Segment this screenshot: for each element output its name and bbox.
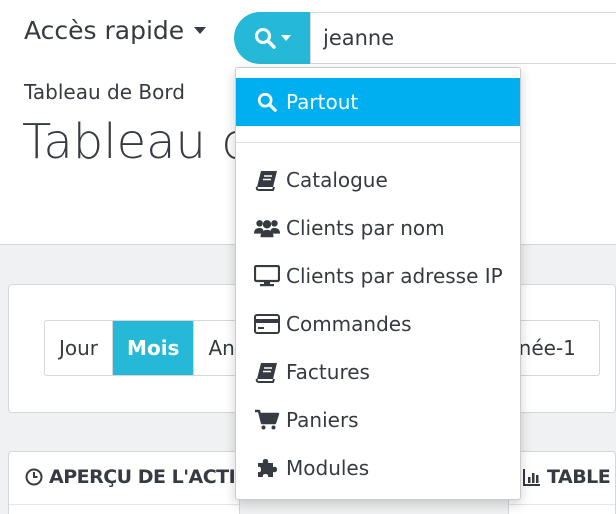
period-button-day[interactable]: Jour (45, 321, 114, 375)
activity-overview-panel: APERÇU DE L'ACTIVI (8, 451, 256, 514)
dropdown-item-label: Modules (286, 456, 370, 480)
desktop-icon (254, 263, 280, 289)
chevron-down-icon (194, 27, 207, 34)
bar-chart-icon (523, 469, 540, 486)
divider (9, 504, 239, 505)
book-icon (254, 167, 280, 193)
dropdown-item-label: Commandes (286, 312, 412, 336)
dropdown-item-carts[interactable]: Paniers (236, 396, 520, 444)
period-button-month[interactable]: Mois (113, 321, 195, 375)
panel-heading: APERÇU DE L'ACTIVI (25, 466, 256, 488)
dropdown-item-customers-by-ip[interactable]: Clients par adresse IP (236, 252, 520, 300)
credit-card-icon (254, 311, 280, 337)
users-icon (254, 215, 280, 241)
dropdown-item-modules[interactable]: Modules (236, 444, 520, 492)
dropdown-item-orders[interactable]: Commandes (236, 300, 520, 348)
book-icon (254, 359, 280, 385)
dropdown-item-label: Clients par adresse IP (286, 264, 503, 288)
search-scope-dropdown: Partout Catalogue Clients par nom Client… (235, 67, 521, 500)
cart-icon (254, 407, 280, 433)
dropdown-item-label: Clients par nom (286, 216, 445, 240)
panel-heading-text: TABLE (547, 466, 611, 488)
panel-heading-text: APERÇU DE L'ACTIVI (49, 466, 256, 488)
search-input[interactable] (310, 12, 616, 64)
breadcrumb[interactable]: Tableau de Bord (24, 80, 185, 104)
dropdown-item-label: Factures (286, 360, 370, 384)
search-scope-button[interactable] (234, 12, 310, 64)
divider (509, 504, 615, 505)
puzzle-icon (254, 455, 280, 481)
chevron-down-icon (281, 35, 291, 41)
dropdown-item-catalog[interactable]: Catalogue (236, 156, 520, 204)
dropdown-item-invoices[interactable]: Factures (236, 348, 520, 396)
panel-heading: TABLE (523, 466, 611, 488)
dropdown-item-customers-by-name[interactable]: Clients par nom (236, 204, 520, 252)
clock-icon (25, 468, 43, 486)
quick-access-label: Accès rapide (24, 16, 185, 45)
search-icon (255, 28, 276, 49)
dropdown-item-label: Catalogue (286, 168, 388, 192)
quick-access-menu[interactable]: Accès rapide (24, 16, 207, 45)
search-icon (254, 89, 280, 115)
dropdown-item-everywhere[interactable]: Partout (236, 78, 520, 126)
period-button-group: Jour Mois An (44, 320, 250, 376)
dropdown-item-label: Paniers (286, 408, 359, 432)
dropdown-divider (236, 142, 520, 143)
dropdown-item-label: Partout (286, 90, 359, 114)
dashboard-table-panel: TABLE (508, 451, 616, 514)
